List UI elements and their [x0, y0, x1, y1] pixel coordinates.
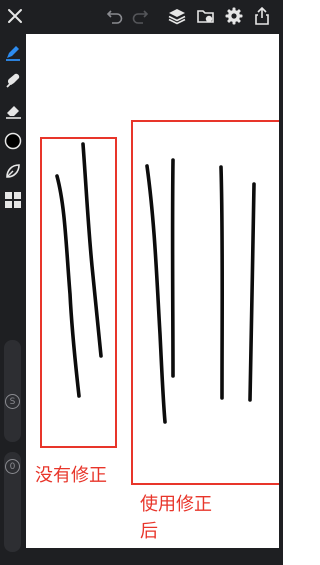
- pen-tool-icon[interactable]: [4, 43, 22, 61]
- size-label: S: [5, 394, 20, 409]
- gallery-icon[interactable]: [197, 8, 215, 24]
- stroke-corrected-4: [248, 182, 256, 402]
- color-swatch[interactable]: [4, 132, 22, 150]
- opacity-label: 0: [5, 459, 20, 474]
- close-icon[interactable]: [7, 8, 23, 24]
- drawing-canvas[interactable]: 没有修正 使用修正 后: [26, 34, 279, 548]
- settings-icon[interactable]: [225, 7, 243, 25]
- bottom-gutter: [26, 548, 283, 565]
- stroke-uncorrected-2: [81, 142, 103, 358]
- label-uncorrected: 没有修正: [35, 465, 107, 486]
- right-edge: [279, 34, 283, 565]
- label-corrected-line1: 使用修正: [140, 494, 212, 515]
- brush-size-slider[interactable]: [4, 340, 21, 442]
- tool-sidebar: S 0: [0, 34, 26, 565]
- smudge-tool-icon[interactable]: [5, 72, 21, 88]
- undo-icon[interactable]: [106, 8, 124, 24]
- stroke-uncorrected-1: [55, 174, 81, 398]
- label-corrected-line2: 后: [140, 521, 158, 542]
- redo-icon[interactable]: [131, 8, 149, 24]
- stroke-corrected-1: [145, 164, 167, 424]
- export-icon[interactable]: [254, 7, 270, 25]
- lasso-tool-icon[interactable]: [4, 162, 22, 180]
- stroke-corrected-3: [219, 165, 225, 400]
- comparison-box-corrected: [131, 120, 279, 485]
- comparison-box-uncorrected: [40, 137, 117, 448]
- top-toolbar: [0, 0, 283, 34]
- layers-icon[interactable]: [168, 7, 186, 25]
- transform-tool-icon[interactable]: [5, 192, 21, 208]
- eraser-tool-icon[interactable]: [5, 103, 22, 119]
